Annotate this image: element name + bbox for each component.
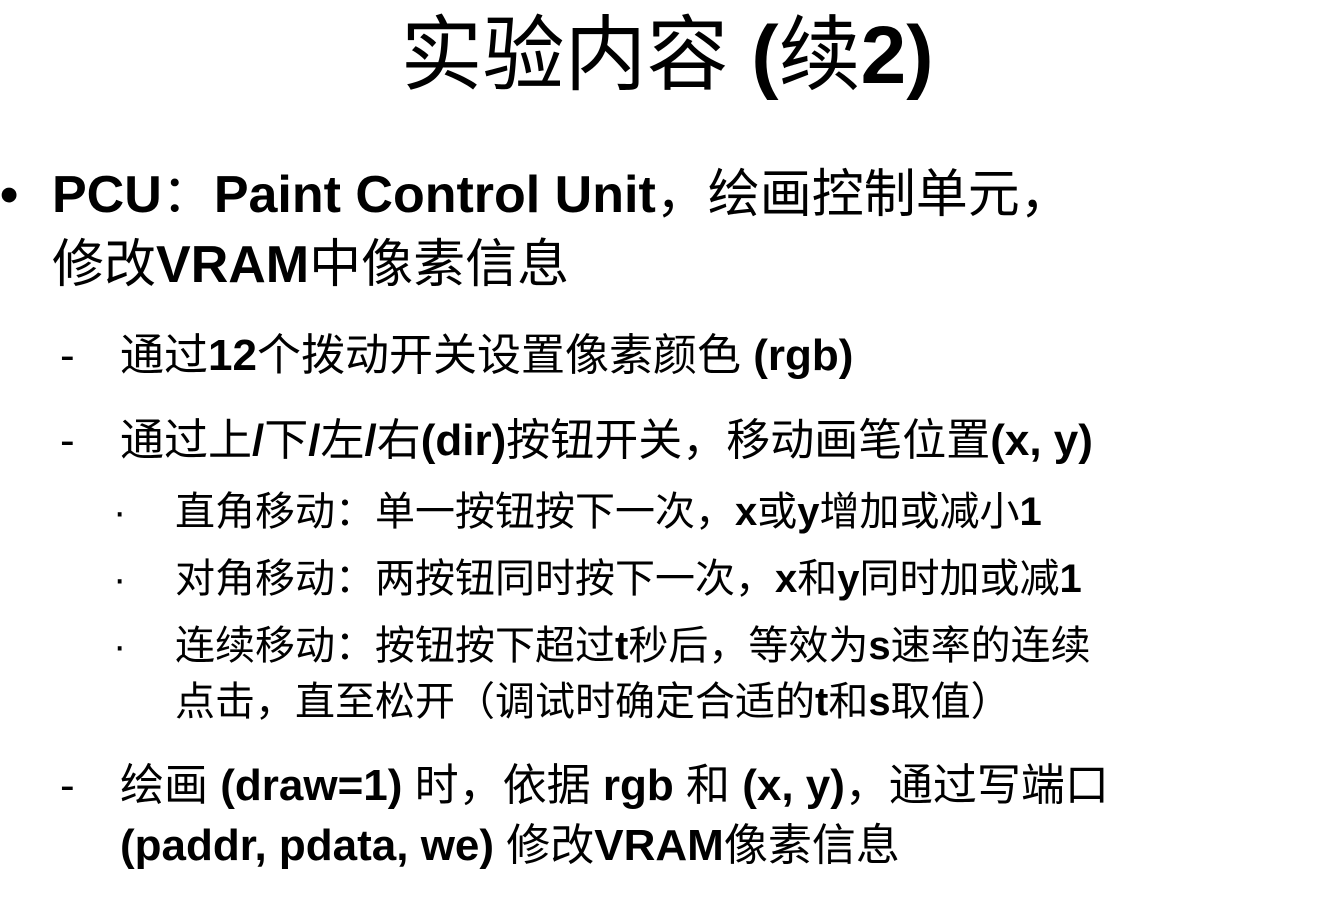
text-segment: VRAM [156, 236, 310, 294]
text-segment: x [775, 557, 798, 601]
text-segment: 通过上 [120, 416, 252, 465]
text-segment: 个拨动开关设置像素颜色 [256, 331, 754, 380]
bullet-line-level-3: 对角移动：两按钮同时按下一次，x和y同时加或减1 [175, 555, 1082, 603]
bullet-line-level-1: 修改VRAM中像素信息 [52, 235, 569, 295]
text-segment: ： [161, 166, 214, 224]
text-segment: 2) [860, 10, 934, 101]
bullet-line-level-1: PCU：Paint Control Unit，绘画控制单元， [52, 165, 1072, 225]
text-segment: (draw=1) [220, 761, 403, 810]
bullet-line-level-2: 通过12个拨动开关设置像素颜色 (rgb) [120, 330, 853, 382]
bullet-line-level-3: 点击，直至松开（调试时确定合适的t和s取值） [175, 678, 1011, 726]
text-segment: 和 [828, 680, 869, 724]
text-segment: 1 [1019, 490, 1042, 534]
text-segment: 像素信息 [723, 821, 900, 870]
bullet-line-level-2: 通过上/下/左/右(dir)按钮开关，移动画笔位置(x, y) [120, 415, 1093, 467]
text-segment: Paint Control Unit [213, 166, 656, 224]
text-segment: ( [751, 10, 779, 101]
text-segment: 同时加或减 [859, 557, 1060, 601]
text-segment: 或 [757, 490, 798, 534]
slide-title: 实验内容 (续2) [0, 8, 1334, 104]
text-segment: 下 [264, 416, 309, 465]
text-segment: t [815, 680, 829, 724]
text-segment: 绘画 [120, 761, 221, 810]
text-segment: y [797, 490, 820, 534]
text-segment: ，绘画控制单元， [655, 166, 1072, 224]
text-segment: 12 [208, 331, 257, 380]
text-segment: / [364, 416, 377, 465]
text-segment: (x, y) [742, 761, 845, 810]
bullet-dash-icon: - [60, 761, 75, 810]
text-segment: (rgb) [753, 331, 854, 380]
bullet-line-level-3: 直角移动：单一按钮按下一次，x或y增加或减小1 [175, 488, 1042, 536]
text-segment: 速率的连续 [890, 624, 1091, 668]
text-segment: 按钮开关，移动画笔位置 [506, 416, 991, 465]
text-segment: 对角移动：两按钮同时按下一次， [175, 557, 775, 601]
text-segment: 时，依据 [402, 761, 603, 810]
bullet-main-icon: • [0, 166, 19, 224]
bullet-line-level-2: (paddr, pdata, we) 修改VRAM像素信息 [120, 820, 900, 872]
text-segment: t [615, 624, 629, 668]
text-segment: (dir) [420, 416, 507, 465]
text-segment: 左 [320, 416, 365, 465]
text-segment: 和 [673, 761, 743, 810]
text-segment: rgb [602, 761, 674, 810]
bullet-dot-icon: · [113, 490, 127, 534]
text-segment: ，通过写端口 [844, 761, 1109, 810]
text-segment: / [308, 416, 321, 465]
text-segment: / [252, 416, 265, 465]
text-segment: s [868, 680, 891, 724]
text-segment: 通过 [120, 331, 208, 380]
bullet-dash-icon: - [60, 331, 75, 380]
text-segment: 实验内容 [400, 10, 752, 101]
bullet-dot-icon: · [113, 624, 127, 668]
text-segment: 和 [797, 557, 838, 601]
text-segment: y [837, 557, 860, 601]
text-segment: 秒后，等效为 [628, 624, 869, 668]
text-segment: 直角移动：单一按钮按下一次， [175, 490, 735, 534]
text-segment: 连续移动：按钮按下超过 [175, 624, 615, 668]
bullet-dot-icon: · [113, 557, 127, 601]
text-segment: 中像素信息 [309, 236, 570, 294]
text-segment: 续 [778, 10, 861, 101]
text-segment: PCU [52, 166, 162, 224]
text-segment: (paddr, pdata, we) [120, 821, 495, 870]
text-segment: 1 [1059, 557, 1082, 601]
bullet-line-level-3: 连续移动：按钮按下超过t秒后，等效为s速率的连续 [175, 622, 1091, 670]
text-segment: 修改 [52, 236, 157, 294]
text-segment: 增加或减小 [819, 490, 1020, 534]
bullet-line-level-2: 绘画 (draw=1) 时，依据 rgb 和 (x, y)，通过写端口 [120, 760, 1109, 812]
text-segment: x [735, 490, 758, 534]
text-segment: 取值） [890, 680, 1011, 724]
text-segment: s [868, 624, 891, 668]
text-segment: 修改 [494, 821, 595, 870]
text-segment: 右 [376, 416, 421, 465]
text-segment: 点击，直至松开（调试时确定合适的 [175, 680, 815, 724]
text-segment: VRAM [594, 821, 724, 870]
text-segment: (x, y) [990, 416, 1093, 465]
bullet-dash-icon: - [60, 416, 75, 465]
